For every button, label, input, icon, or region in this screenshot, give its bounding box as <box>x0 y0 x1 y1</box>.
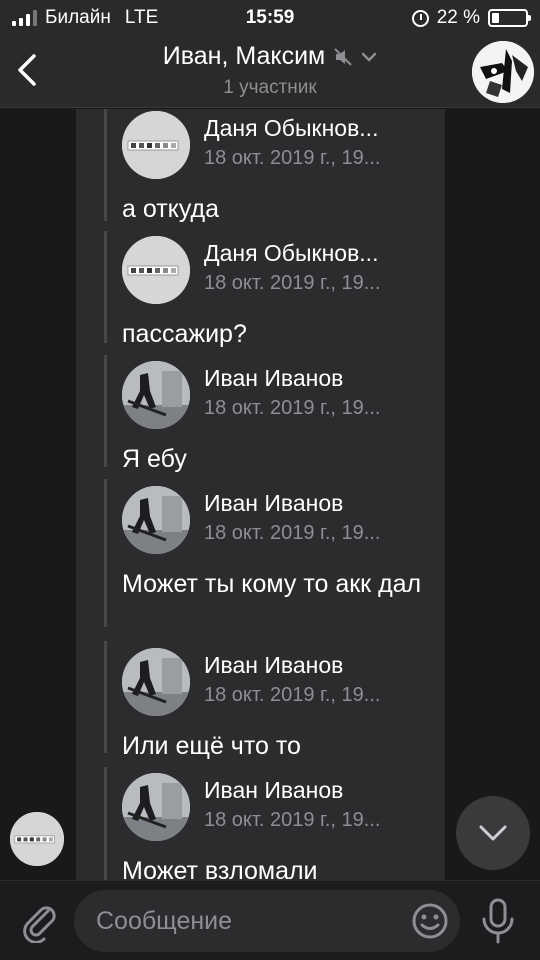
message-date: 18 окт. 2019 г., 19... <box>204 522 381 544</box>
message-text: а откуда <box>122 195 220 223</box>
avatar[interactable] <box>122 648 190 716</box>
forward-line <box>104 355 107 467</box>
chat-title: Иван, Максим <box>162 42 326 70</box>
chevron-down-icon <box>479 825 507 841</box>
forward-line <box>104 231 107 343</box>
sender-name: Даня Обыкнов... <box>204 240 379 266</box>
avatar[interactable] <box>122 111 190 179</box>
message-text: Может ты кому то акк дал <box>122 570 422 598</box>
chat-avatar[interactable] <box>472 41 534 103</box>
back-button[interactable] <box>10 50 44 90</box>
forward-line <box>104 109 107 221</box>
message-field[interactable] <box>74 890 460 952</box>
avatar-image <box>122 486 190 554</box>
avatar[interactable] <box>122 773 190 841</box>
chat-title-area[interactable]: Иван, Максим 1 участник <box>90 42 450 99</box>
avatar[interactable] <box>122 486 190 554</box>
sender-name: Иван Иванов <box>204 490 344 516</box>
sender-name: Даня Обыкнов... <box>204 115 379 141</box>
message-date: 18 окт. 2019 г., 19... <box>204 809 381 831</box>
message-list[interactable]: Даня Обыкнов... 18 окт. 2019 г., 19... а… <box>0 109 540 880</box>
status-right: 22 % <box>411 7 531 29</box>
avatar-image <box>10 812 64 866</box>
emoji-button[interactable] <box>410 901 450 941</box>
message-date: 18 окт. 2019 г., 19... <box>204 684 381 706</box>
chat-header: Иван, Максим 1 участник <box>0 36 540 108</box>
message-date: 18 окт. 2019 г., 19... <box>204 272 381 294</box>
message-text: Или ещё что то <box>122 732 301 760</box>
back-icon <box>18 54 36 86</box>
microphone-button[interactable] <box>478 897 518 945</box>
avatar-image <box>122 648 190 716</box>
alarm-icon <box>411 9 429 27</box>
avatar-image <box>122 111 190 179</box>
message-date: 18 окт. 2019 г., 19... <box>204 397 381 419</box>
avatar-image <box>122 236 190 304</box>
forward-line <box>104 641 107 753</box>
avatar[interactable] <box>122 361 190 429</box>
chevron-down-icon <box>361 52 377 62</box>
message-text: Я ебу <box>122 445 187 473</box>
avatar[interactable] <box>122 236 190 304</box>
message-text: Может взломали <box>122 857 318 880</box>
microphone-icon <box>482 898 514 944</box>
chat-subtitle: 1 участник <box>223 77 317 98</box>
message-date: 18 окт. 2019 г., 19... <box>204 147 381 169</box>
sender-name: Иван Иванов <box>204 777 344 803</box>
status-bar: Билайн LTE 15:59 22 % <box>0 0 540 36</box>
battery-icon <box>488 9 531 27</box>
composer-bar <box>0 880 540 960</box>
sender-avatar[interactable] <box>10 812 64 866</box>
avatar-image <box>122 773 190 841</box>
attach-button[interactable] <box>18 899 62 944</box>
message-text: пассажир? <box>122 320 247 348</box>
scroll-down-button[interactable] <box>456 796 530 870</box>
forward-line <box>104 767 107 880</box>
mute-icon <box>334 47 352 66</box>
battery-percent: 22 % <box>436 7 480 28</box>
sender-name: Иван Иванов <box>204 652 344 678</box>
paperclip-icon <box>23 906 56 944</box>
sender-name: Иван Иванов <box>204 365 344 391</box>
avatar-image <box>122 361 190 429</box>
chat-avatar-image <box>472 41 534 103</box>
forward-line <box>104 479 107 627</box>
message-input[interactable] <box>96 890 406 952</box>
emoji-icon <box>412 903 448 939</box>
